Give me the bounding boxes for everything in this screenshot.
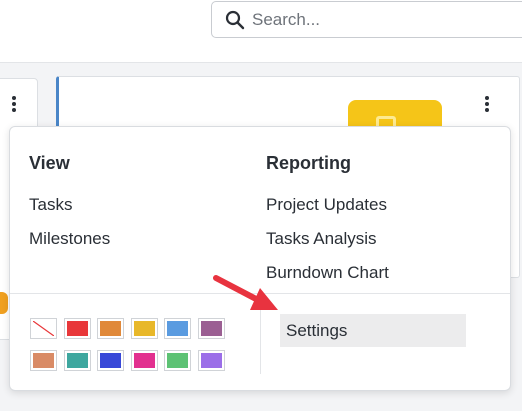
menu-item-milestones[interactable]: Milestones (29, 229, 110, 249)
color-swatch[interactable] (97, 350, 124, 371)
status-dot (0, 292, 8, 314)
search-box[interactable] (211, 1, 522, 38)
menu-item-burndown-chart[interactable]: Burndown Chart (266, 263, 389, 283)
color-swatch[interactable] (30, 350, 57, 371)
menu-item-project-updates[interactable]: Project Updates (266, 195, 387, 215)
search-icon (225, 10, 245, 30)
reporting-heading: Reporting (266, 153, 351, 173)
color-swatch-none[interactable] (30, 318, 57, 339)
top-bar (0, 0, 522, 63)
card-context-menu: View Tasks Milestones Reporting Project … (9, 126, 511, 391)
search-input[interactable] (252, 2, 512, 37)
settings-menu-item[interactable]: Settings (280, 314, 466, 347)
color-swatch[interactable] (130, 350, 158, 371)
color-swatch[interactable] (197, 318, 225, 339)
color-swatch[interactable] (63, 318, 91, 339)
menu-item-tasks-analysis[interactable]: Tasks Analysis (266, 229, 377, 249)
color-swatch[interactable] (164, 318, 191, 339)
more-options-icon[interactable] (11, 96, 17, 114)
more-options-icon[interactable] (484, 96, 490, 114)
annotation-arrow-icon (213, 275, 278, 310)
menu-item-tasks[interactable]: Tasks (29, 195, 72, 215)
color-swatch[interactable] (197, 350, 225, 371)
view-heading: View (29, 153, 70, 173)
color-swatch[interactable] (97, 318, 124, 339)
no-color-icon (33, 321, 54, 336)
color-swatch[interactable] (63, 350, 91, 371)
color-swatch[interactable] (164, 350, 191, 371)
color-swatch[interactable] (130, 318, 158, 339)
